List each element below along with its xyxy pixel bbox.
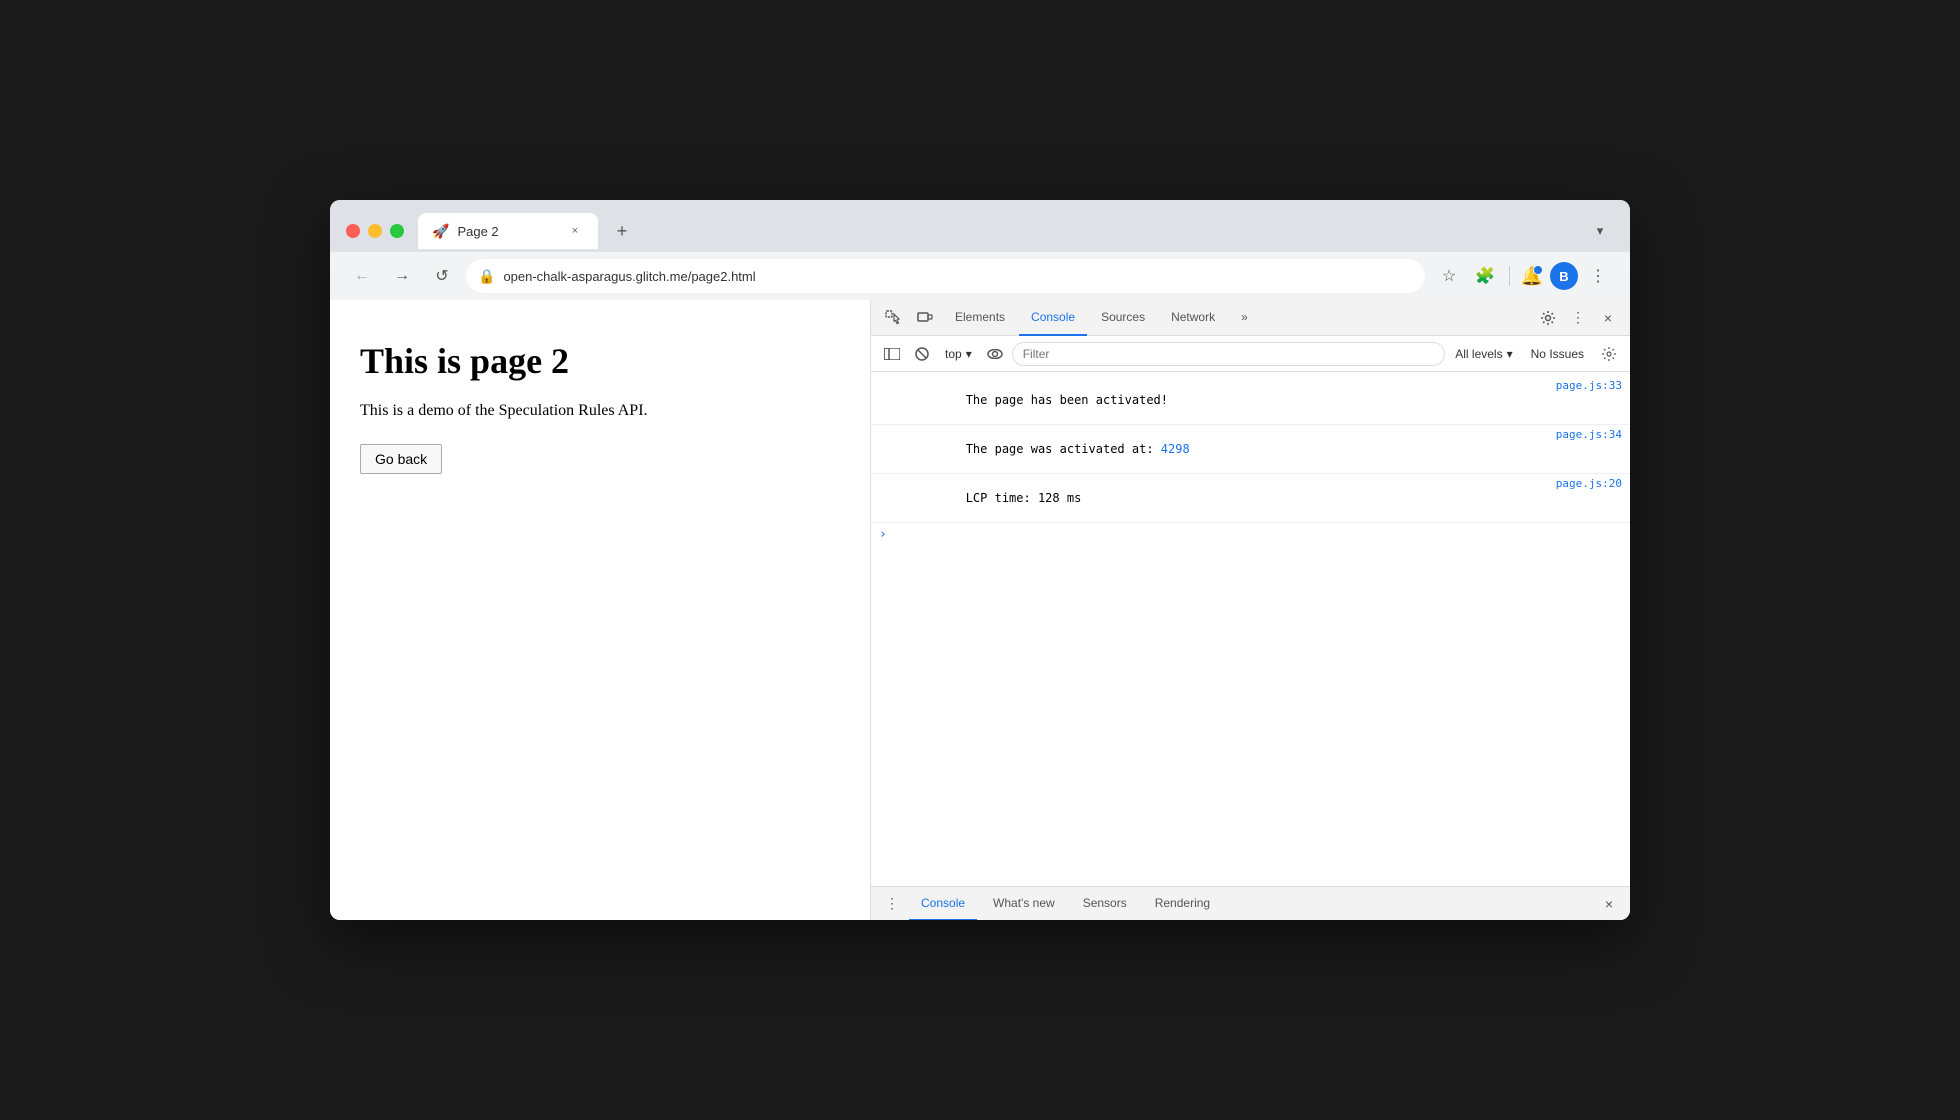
devtools-header: Elements Console Sources Network »: [871, 300, 1630, 336]
console-source-3[interactable]: page.js:20: [1556, 477, 1622, 490]
tab-favicon-icon: 🚀: [432, 223, 449, 240]
device-toolbar-button[interactable]: [911, 304, 939, 332]
console-settings-button[interactable]: [1596, 341, 1622, 367]
devtools-console-toolbar: top ▾ All levels ▾ No Issues: [871, 336, 1630, 372]
console-context-selector[interactable]: top ▾: [939, 345, 978, 363]
console-filter-input[interactable]: [1012, 342, 1446, 366]
bottom-tab-whats-new[interactable]: What's new: [981, 887, 1067, 921]
console-no-issues: No Issues: [1523, 345, 1592, 363]
devtools-tab-elements[interactable]: Elements: [943, 300, 1017, 336]
devtools-tab-network[interactable]: Network: [1159, 300, 1227, 336]
console-output: The page has been activated! page.js:33 …: [871, 372, 1630, 886]
bottom-tab-sensors[interactable]: Sensors: [1071, 887, 1139, 921]
devtools-tab-sources[interactable]: Sources: [1089, 300, 1157, 336]
profile-avatar[interactable]: B: [1550, 262, 1578, 290]
close-window-button[interactable]: [346, 224, 360, 238]
console-sidebar-toggle[interactable]: [879, 341, 905, 367]
browser-toolbar: ← → ↺ 🔒 open-chalk-asparagus.glitch.me/p…: [330, 252, 1630, 300]
console-chevron-icon: ›: [879, 527, 887, 542]
console-line-1: The page has been activated! page.js:33: [871, 376, 1630, 425]
console-message-2: The page was activated at: 4298: [879, 428, 1548, 470]
console-prompt[interactable]: ›: [871, 523, 1630, 546]
devtools-bottom-bar: ⋮ Console What's new Sensors Rendering ×: [871, 886, 1630, 920]
tab-close-button[interactable]: ×: [566, 222, 584, 240]
address-text: open-chalk-asparagus.glitch.me/page2.htm…: [503, 269, 1413, 284]
console-levels-selector[interactable]: All levels ▾: [1449, 345, 1518, 363]
main-area: This is page 2 This is a demo of the Spe…: [330, 300, 1630, 920]
console-source-2[interactable]: page.js:34: [1556, 428, 1622, 441]
devtools-tool-icons: [879, 304, 939, 332]
console-clear-button[interactable]: [909, 341, 935, 367]
devtools-tab-console[interactable]: Console: [1019, 300, 1087, 336]
bottom-tab-rendering[interactable]: Rendering: [1143, 887, 1222, 921]
console-source-1[interactable]: page.js:33: [1556, 379, 1622, 392]
active-tab[interactable]: 🚀 Page 2 ×: [418, 213, 598, 249]
browser-menu-button[interactable]: ⋮: [1582, 260, 1614, 292]
new-tab-button[interactable]: +: [608, 217, 636, 245]
devtools-close-button[interactable]: ×: [1594, 304, 1622, 332]
forward-button[interactable]: →: [386, 260, 418, 292]
page-description: This is a demo of the Speculation Rules …: [360, 402, 840, 420]
extensions-button[interactable]: 🧩: [1469, 260, 1501, 292]
devtools-notification-button[interactable]: 🔔: [1518, 262, 1546, 290]
devtools-tabs: Elements Console Sources Network »: [943, 300, 1534, 336]
console-message-1: The page has been activated!: [879, 379, 1548, 421]
title-bar: 🚀 Page 2 × + ▾: [330, 200, 1630, 252]
toolbar-right-actions: ☆ 🧩 🔔 B ⋮: [1433, 260, 1614, 292]
console-line-3: LCP time: 128 ms page.js:20: [871, 474, 1630, 523]
devtools-tab-more[interactable]: »: [1229, 300, 1260, 336]
minimize-window-button[interactable]: [368, 224, 382, 238]
traffic-lights: [346, 224, 404, 238]
devtools-actions: ⋮ ×: [1534, 304, 1622, 332]
inspect-element-button[interactable]: [879, 304, 907, 332]
bottom-tab-console[interactable]: Console: [909, 887, 977, 921]
devtools-panel: Elements Console Sources Network »: [870, 300, 1630, 920]
toolbar-separator: [1509, 266, 1510, 286]
console-line-2: The page was activated at: 4298 page.js:…: [871, 425, 1630, 474]
bookmark-button[interactable]: ☆: [1433, 260, 1465, 292]
console-message-3: LCP time: 128 ms: [879, 477, 1548, 519]
browser-window: 🚀 Page 2 × + ▾ ← → ↺ 🔒 open-chalk-aspara…: [330, 200, 1630, 920]
address-security-icon: 🔒: [478, 268, 495, 285]
reload-button[interactable]: ↺: [426, 260, 458, 292]
page-title: This is page 2: [360, 340, 840, 382]
bottom-menu-button[interactable]: ⋮: [879, 891, 905, 917]
maximize-window-button[interactable]: [390, 224, 404, 238]
go-back-button[interactable]: Go back: [360, 444, 442, 474]
back-button[interactable]: ←: [346, 260, 378, 292]
tab-dropdown-button[interactable]: ▾: [1586, 217, 1614, 245]
tab-title: Page 2: [457, 224, 558, 239]
bottom-close-button[interactable]: ×: [1596, 891, 1622, 917]
devtools-settings-button[interactable]: [1534, 304, 1562, 332]
page-content: This is page 2 This is a demo of the Spe…: [330, 300, 870, 920]
address-bar[interactable]: 🔒 open-chalk-asparagus.glitch.me/page2.h…: [466, 259, 1425, 293]
console-eye-button[interactable]: [982, 341, 1008, 367]
devtools-more-button[interactable]: ⋮: [1564, 304, 1592, 332]
